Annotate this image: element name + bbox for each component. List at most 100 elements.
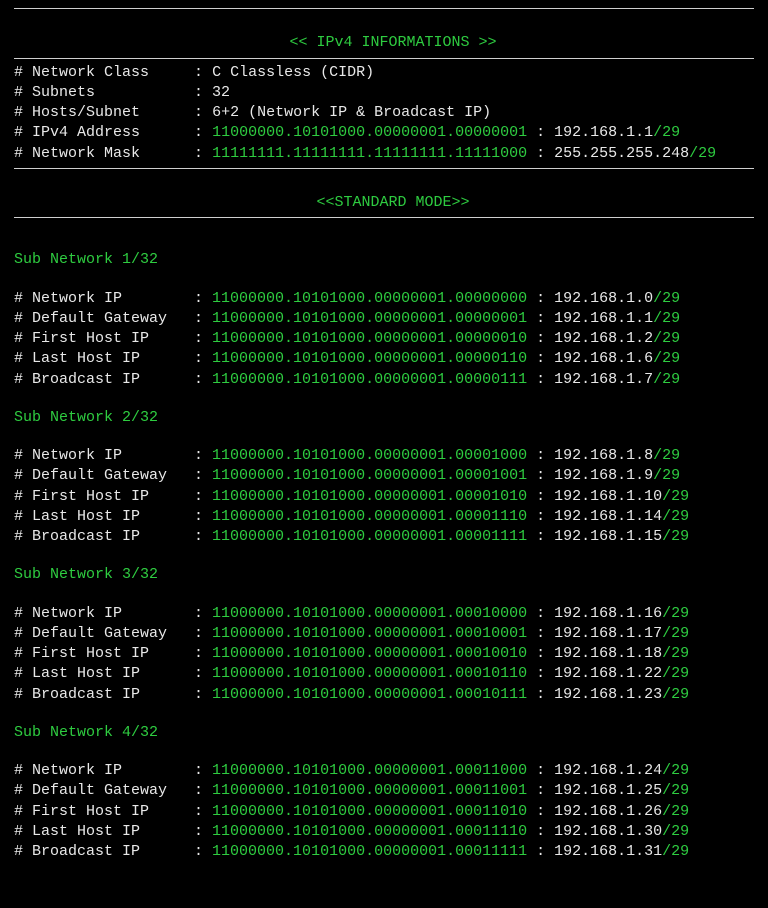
row-cidr: /29 xyxy=(662,823,689,840)
info-network-class: # Network Class : C Classless (CIDR) xyxy=(14,63,754,83)
row-decimal: 192.168.1.18 xyxy=(554,645,662,662)
row-binary: 11000000.10101000.00000001.00010111 xyxy=(212,686,527,703)
row-cidr: /29 xyxy=(662,625,689,642)
cidr: /29 xyxy=(653,124,680,141)
row-binary: 11000000.10101000.00000001.00001111 xyxy=(212,528,527,545)
pad xyxy=(149,64,185,81)
mode-text: STANDARD MODE xyxy=(334,194,451,211)
row-binary: 11000000.10101000.00000001.00001000 xyxy=(212,447,527,464)
value: 32 xyxy=(212,84,230,101)
row-binary: 11000000.10101000.00000001.00000110 xyxy=(212,350,527,367)
row-label: # First Host IP xyxy=(14,645,185,662)
row-cidr: /29 xyxy=(653,290,680,307)
row-binary: 11000000.10101000.00000001.00000001 xyxy=(212,310,527,327)
row-decimal: 192.168.1.16 xyxy=(554,605,662,622)
subnets-list: Sub Network 1/32 # Network IP : 11000000.… xyxy=(14,250,754,880)
value: C Classless (CIDR) xyxy=(212,64,374,81)
row-decimal: 192.168.1.24 xyxy=(554,762,662,779)
separator xyxy=(14,168,754,169)
row-decimal: 192.168.1.10 xyxy=(554,488,662,505)
row-label: # Last Host IP xyxy=(14,350,185,367)
row-cidr: /29 xyxy=(662,686,689,703)
row-cidr: /29 xyxy=(653,447,680,464)
subnet-row: # First Host IP : 11000000.10101000.0000… xyxy=(14,329,754,349)
subnet-row: # Last Host IP : 11000000.10101000.00000… xyxy=(14,822,754,842)
row-cidr: /29 xyxy=(653,371,680,388)
subnet-title: Sub Network 1/32 xyxy=(14,250,754,270)
header-title: IPv4 INFORMATIONS xyxy=(316,34,469,51)
row-cidr: /29 xyxy=(662,488,689,505)
row-decimal: 192.168.1.22 xyxy=(554,665,662,682)
row-binary: 11000000.10101000.00000001.00001001 xyxy=(212,467,527,484)
row-binary: 11000000.10101000.00000001.00011111 xyxy=(212,843,527,860)
row-decimal: 192.168.1.7 xyxy=(554,371,653,388)
row-binary: 11000000.10101000.00000001.00010110 xyxy=(212,665,527,682)
mode-header: <<STANDARD MODE>> xyxy=(14,173,754,214)
subnet-row: # Default Gateway : 11000000.10101000.00… xyxy=(14,781,754,801)
separator xyxy=(14,217,754,218)
row-decimal: 192.168.1.0 xyxy=(554,290,653,307)
subnet-row: # First Host IP : 11000000.10101000.0000… xyxy=(14,644,754,664)
mode-bracket-right: >> xyxy=(452,194,470,211)
row-label: # First Host IP xyxy=(14,330,185,347)
row-binary: 11000000.10101000.00000001.00011000 xyxy=(212,762,527,779)
label: # Network Class xyxy=(14,64,149,81)
cidr: /29 xyxy=(689,145,716,162)
subnet-row: # Network IP : 11000000.10101000.0000000… xyxy=(14,761,754,781)
subnet-row: # Default Gateway : 11000000.10101000.00… xyxy=(14,466,754,486)
row-cidr: /29 xyxy=(662,605,689,622)
row-decimal: 192.168.1.2 xyxy=(554,330,653,347)
row-binary: 11000000.10101000.00000001.00010000 xyxy=(212,605,527,622)
subnet-row: # Network IP : 11000000.10101000.0000000… xyxy=(14,289,754,309)
header-bracket-right: >> xyxy=(470,34,497,51)
row-decimal: 192.168.1.1 xyxy=(554,310,653,327)
row-label: # Network IP xyxy=(14,762,185,779)
row-binary: 11000000.10101000.00000001.00011001 xyxy=(212,782,527,799)
subnet-title: Sub Network 3/32 xyxy=(14,565,754,585)
row-cidr: /29 xyxy=(653,330,680,347)
row-label: # Network IP xyxy=(14,605,185,622)
row-binary: 11000000.10101000.00000001.00001010 xyxy=(212,488,527,505)
info-ipv4-address: # IPv4 Address : 11000000.10101000.00000… xyxy=(14,123,754,143)
subnet-row: # First Host IP : 11000000.10101000.0000… xyxy=(14,802,754,822)
subnet-row: # First Host IP : 11000000.10101000.0000… xyxy=(14,487,754,507)
row-decimal: 192.168.1.31 xyxy=(554,843,662,860)
row-cidr: /29 xyxy=(662,665,689,682)
info-network-mask: # Network Mask : 11111111.11111111.11111… xyxy=(14,144,754,164)
row-cidr: /29 xyxy=(662,803,689,820)
row-label: # First Host IP xyxy=(14,803,185,820)
row-decimal: 192.168.1.30 xyxy=(554,823,662,840)
row-cidr: /29 xyxy=(662,645,689,662)
row-binary: 11000000.10101000.00000001.00000010 xyxy=(212,330,527,347)
row-decimal: 192.168.1.14 xyxy=(554,508,662,525)
row-label: # Default Gateway xyxy=(14,625,185,642)
label: # IPv4 Address xyxy=(14,124,140,141)
subnet-row: # Default Gateway : 11000000.10101000.00… xyxy=(14,624,754,644)
row-decimal: 192.168.1.26 xyxy=(554,803,662,820)
row-binary: 11000000.10101000.00000001.00001110 xyxy=(212,508,527,525)
separator xyxy=(14,58,754,59)
subnet-row: # Broadcast IP : 11000000.10101000.00000… xyxy=(14,685,754,705)
row-label: # Broadcast IP xyxy=(14,686,185,703)
row-cidr: /29 xyxy=(662,782,689,799)
row-label: # Default Gateway xyxy=(14,467,185,484)
row-cidr: /29 xyxy=(662,843,689,860)
subnet-row: # Broadcast IP : 11000000.10101000.00000… xyxy=(14,370,754,390)
ipv4-info-header: << IPv4 INFORMATIONS >> xyxy=(14,13,754,54)
subnet-title: Sub Network 2/32 xyxy=(14,408,754,428)
row-label: # Broadcast IP xyxy=(14,843,185,860)
row-label: # Network IP xyxy=(14,290,185,307)
info-subnets: # Subnets : 32 xyxy=(14,83,754,103)
mode-bracket-left: << xyxy=(316,194,334,211)
binary: 11111111.11111111.11111111.11111000 xyxy=(212,145,527,162)
subnet-row: # Network IP : 11000000.10101000.0000000… xyxy=(14,604,754,624)
row-binary: 11000000.10101000.00000001.00010010 xyxy=(212,645,527,662)
info-hosts: # Hosts/Subnet : 6+2 (Network IP & Broad… xyxy=(14,103,754,123)
subnet-row: # Last Host IP : 11000000.10101000.00000… xyxy=(14,507,754,527)
row-decimal: 192.168.1.25 xyxy=(554,782,662,799)
label: # Subnets xyxy=(14,84,95,101)
row-binary: 11000000.10101000.00000001.00011010 xyxy=(212,803,527,820)
decimal: 192.168.1.1 xyxy=(554,124,653,141)
decimal: 255.255.255.248 xyxy=(554,145,689,162)
row-cidr: /29 xyxy=(662,508,689,525)
